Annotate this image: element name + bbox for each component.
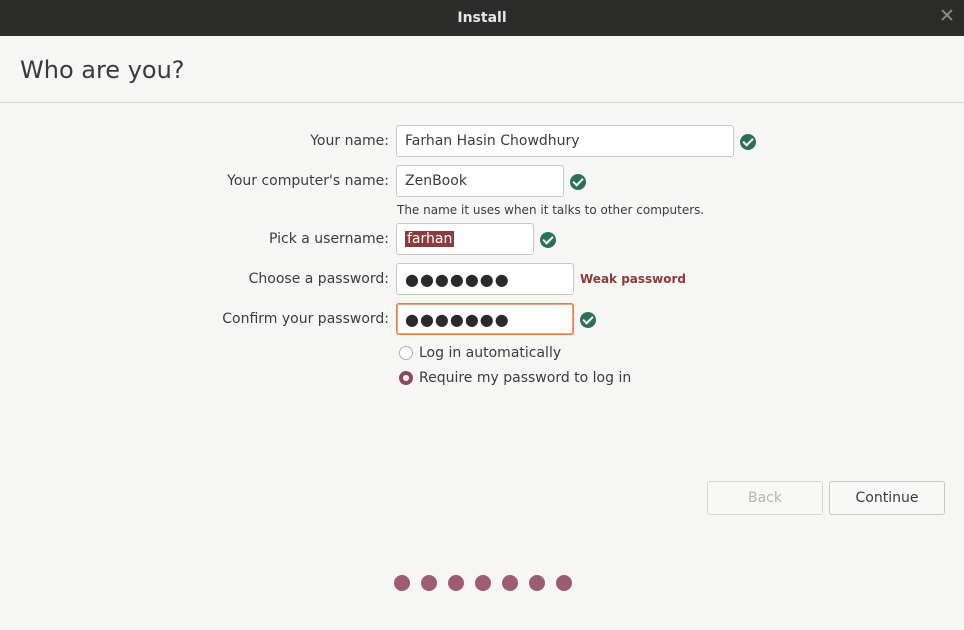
name-input[interactable]: Farhan Hasin Chowdhury bbox=[396, 125, 734, 157]
login-automatically-option[interactable]: Log in automatically bbox=[399, 345, 561, 361]
password-label: Choose a password: bbox=[248, 271, 389, 287]
computer-name-hint: The name it uses when it talks to other … bbox=[397, 203, 705, 217]
computer-name-value: ZenBook bbox=[405, 173, 467, 189]
window-title: Install bbox=[457, 10, 507, 26]
login-automatically-radio[interactable] bbox=[399, 346, 413, 360]
progress-dot bbox=[556, 575, 572, 591]
progress-dot bbox=[529, 575, 545, 591]
name-valid-check-icon bbox=[740, 134, 756, 150]
username-valid-check-icon bbox=[540, 232, 556, 248]
progress-indicator bbox=[394, 575, 572, 591]
require-password-label: Require my password to log in bbox=[419, 370, 632, 386]
progress-dot bbox=[394, 575, 410, 591]
progress-dot bbox=[448, 575, 464, 591]
window-titlebar: Install bbox=[0, 0, 964, 36]
username-value: farhan bbox=[405, 231, 455, 247]
password-value: ●●●●●●● bbox=[405, 269, 510, 289]
username-label: Pick a username: bbox=[268, 231, 389, 247]
confirm-password-input[interactable]: ●●●●●●● bbox=[396, 303, 574, 335]
require-password-option[interactable]: Require my password to log in bbox=[399, 370, 631, 386]
confirm-password-value: ●●●●●●● bbox=[405, 309, 510, 329]
back-button[interactable]: Back bbox=[707, 481, 823, 515]
password-input[interactable]: ●●●●●●● bbox=[396, 263, 574, 295]
continue-button-label: Continue bbox=[855, 490, 919, 506]
back-button-label: Back bbox=[748, 490, 782, 506]
continue-button[interactable]: Continue bbox=[829, 481, 945, 515]
divider bbox=[0, 102, 964, 103]
login-automatically-label: Log in automatically bbox=[419, 345, 562, 361]
progress-dot bbox=[475, 575, 491, 591]
password-strength: Weak password bbox=[580, 272, 687, 286]
name-label: Your name: bbox=[310, 133, 389, 149]
confirm-password-label: Confirm your password: bbox=[222, 311, 389, 327]
page-title: Who are you? bbox=[20, 56, 185, 84]
close-icon[interactable] bbox=[940, 8, 954, 22]
computer-name-valid-check-icon bbox=[570, 174, 586, 190]
username-input[interactable]: farhan bbox=[396, 223, 534, 255]
progress-dot bbox=[502, 575, 518, 591]
computer-name-label: Your computer's name: bbox=[227, 173, 389, 189]
name-value: Farhan Hasin Chowdhury bbox=[405, 133, 580, 149]
confirm-password-valid-check-icon bbox=[580, 312, 596, 328]
require-password-radio[interactable] bbox=[399, 371, 413, 385]
computer-name-input[interactable]: ZenBook bbox=[396, 165, 564, 197]
progress-dot bbox=[421, 575, 437, 591]
